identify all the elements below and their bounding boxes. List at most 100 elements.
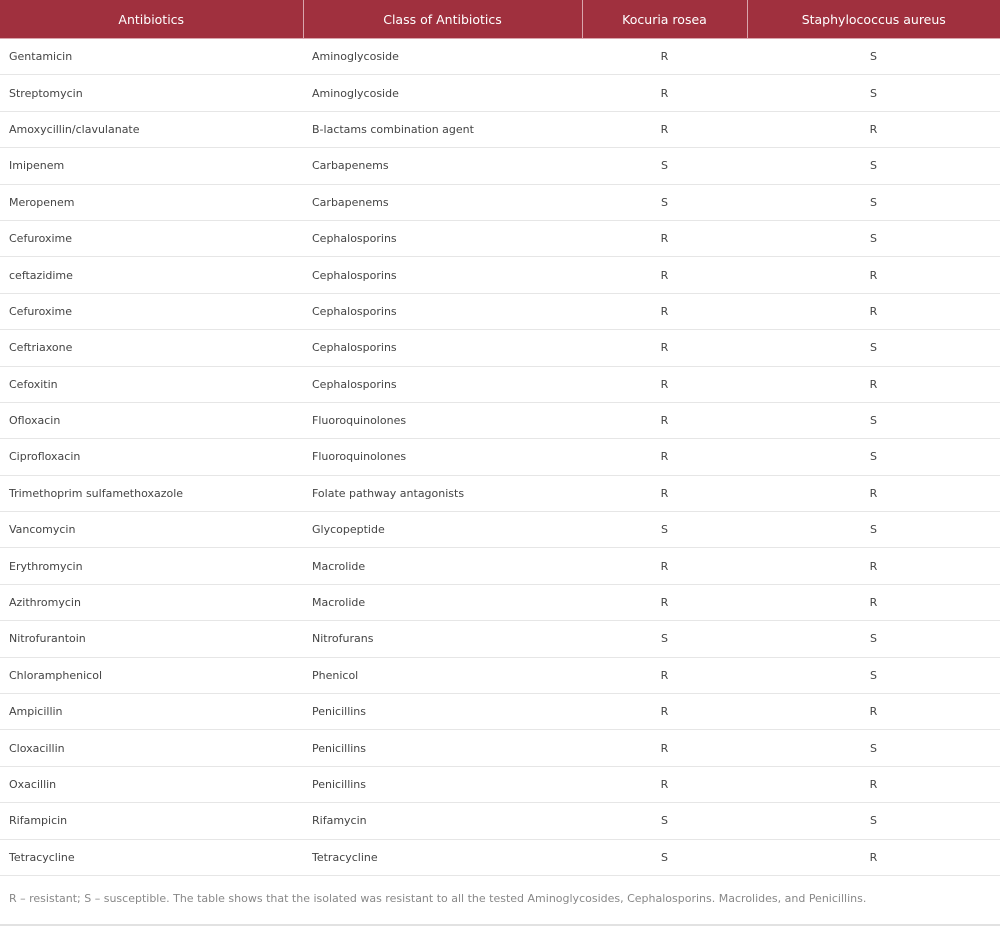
table-row: Ceftriaxone Cephalosporins R S [0,329,1000,367]
cell-antibiotic: Nitrofurantoin [0,620,303,658]
table-row: Meropenem Carbapenems S S [0,184,1000,221]
cell-staphylococcus-aureus: R [747,839,1000,876]
cell-antibiotic: Amoxycillin/clavulanate [0,111,303,149]
cell-staphylococcus-aureus: R [747,766,1000,804]
cell-staphylococcus-aureus: S [747,184,1000,221]
cell-staphylococcus-aureus: S [747,620,1000,658]
header-kocuria-rosea: Kocuria rosea [582,0,748,39]
cell-antibiotic: Ceftriaxone [0,329,303,367]
cell-antibiotic: Cefoxitin [0,366,303,403]
table-row: Vancomycin Glycopeptide S S [0,511,1000,549]
cell-kocuria-rosea: R [582,74,747,112]
cell-staphylococcus-aureus: R [747,111,1000,149]
cell-class: Cephalosporins [303,329,582,367]
cell-antibiotic: Ampicillin [0,693,303,731]
cell-class: Folate pathway antagonists [303,475,582,513]
cell-class: Cephalosporins [303,366,582,403]
cell-antibiotic: Tetracycline [0,839,303,876]
cell-kocuria-rosea: R [582,111,747,149]
cell-staphylococcus-aureus: R [747,256,1000,294]
cell-kocuria-rosea: S [582,620,747,658]
cell-antibiotic: Erythromycin [0,547,303,585]
cell-antibiotic: Vancomycin [0,511,303,549]
header-class: Class of Antibiotics [303,0,583,39]
cell-antibiotic: Ofloxacin [0,402,303,440]
table-row: Ciprofloxacin Fluoroquinolones R S [0,438,1000,476]
cell-kocuria-rosea: R [582,729,747,767]
cell-antibiotic: Cloxacillin [0,729,303,767]
cell-antibiotic: Oxacillin [0,766,303,804]
table-header: Antibiotics Class of Antibiotics Kocuria… [0,0,1000,39]
table-row: Oxacillin Penicillins R R [0,766,1000,804]
table-footnote: R – resistant; S – susceptible. The tabl… [0,876,1000,926]
cell-antibiotic: Ciprofloxacin [0,438,303,476]
table-body: Gentamicin Aminoglycoside R S Streptomycin Am… [0,38,1000,876]
cell-staphylococcus-aureus: R [747,475,1000,513]
cell-antibiotic: Imipenem [0,147,303,185]
table-row: Cefuroxime Cephalosporins R S [0,220,1000,258]
cell-kocuria-rosea: R [582,438,747,476]
cell-staphylococcus-aureus: S [747,38,1000,76]
cell-antibiotic: Trimethoprim sulfamethoxazole [0,475,303,513]
cell-staphylococcus-aureus: S [747,329,1000,367]
cell-staphylococcus-aureus: R [747,547,1000,585]
cell-kocuria-rosea: S [582,839,747,876]
table-row: Cloxacillin Penicillins R S [0,729,1000,767]
cell-staphylococcus-aureus: S [747,147,1000,185]
cell-class: Cephalosporins [303,220,582,258]
cell-kocuria-rosea: S [582,511,747,549]
cell-class: Fluoroquinolones [303,438,582,476]
cell-kocuria-rosea: R [582,329,747,367]
cell-kocuria-rosea: S [582,802,747,840]
table-row: Rifampicin Rifamycin S S [0,802,1000,840]
cell-class: Carbapenems [303,184,582,221]
cell-kocuria-rosea: R [582,693,747,731]
cell-staphylococcus-aureus: R [747,584,1000,622]
table-row: Ofloxacin Fluoroquinolones R S [0,402,1000,440]
cell-class: Aminoglycoside [303,38,582,76]
cell-class: Phenicol [303,657,582,695]
cell-staphylococcus-aureus: S [747,438,1000,476]
table-row: Trimethoprim sulfamethoxazole Folate path… [0,475,1000,513]
table-row: Streptomycin Aminoglycoside R S [0,74,1000,112]
cell-class: Penicillins [303,729,582,767]
cell-kocuria-rosea: S [582,184,747,221]
cell-antibiotic: Cefuroxime [0,220,303,258]
cell-kocuria-rosea: R [582,475,747,513]
cell-kocuria-rosea: R [582,366,747,403]
cell-antibiotic: Gentamicin [0,38,303,76]
cell-class: Nitrofurans [303,620,582,658]
cell-antibiotic: Chloramphenicol [0,657,303,695]
cell-staphylococcus-aureus: S [747,511,1000,549]
cell-kocuria-rosea: R [582,766,747,804]
table-row: Ampicillin Penicillins R R [0,693,1000,731]
cell-staphylococcus-aureus: S [747,729,1000,767]
table-row: Tetracycline Tetracycline S R [0,839,1000,876]
cell-antibiotic: Streptomycin [0,74,303,112]
cell-class: Carbapenems [303,147,582,185]
cell-class: Macrolide [303,547,582,585]
cell-class: Tetracycline [303,839,582,876]
cell-class: Cephalosporins [303,256,582,294]
cell-class: Rifamycin [303,802,582,840]
cell-staphylococcus-aureus: S [747,220,1000,258]
cell-class: Cephalosporins [303,293,582,331]
cell-kocuria-rosea: R [582,402,747,440]
table-row: Imipenem Carbapenems S S [0,147,1000,185]
table-row: Cefoxitin Cephalosporins R R [0,366,1000,403]
cell-class: Fluoroquinolones [303,402,582,440]
cell-staphylococcus-aureus: R [747,693,1000,731]
table-row: Chloramphenicol Phenicol R S [0,657,1000,695]
antibiotic-susceptibility-table: Antibiotics Class of Antibiotics Kocuria… [0,0,1000,876]
cell-class: Glycopeptide [303,511,582,549]
header-staphylococcus-aureus: Staphylococcus aureus [747,0,1000,39]
cell-staphylococcus-aureus: S [747,74,1000,112]
cell-class: Penicillins [303,693,582,731]
cell-staphylococcus-aureus: S [747,402,1000,440]
cell-class: Aminoglycoside [303,74,582,112]
header-row: Antibiotics Class of Antibiotics Kocuria… [0,0,1000,39]
cell-kocuria-rosea: R [582,293,747,331]
cell-kocuria-rosea: R [582,584,747,622]
header-antibiotics: Antibiotics [0,0,304,39]
cell-staphylococcus-aureus: R [747,366,1000,403]
